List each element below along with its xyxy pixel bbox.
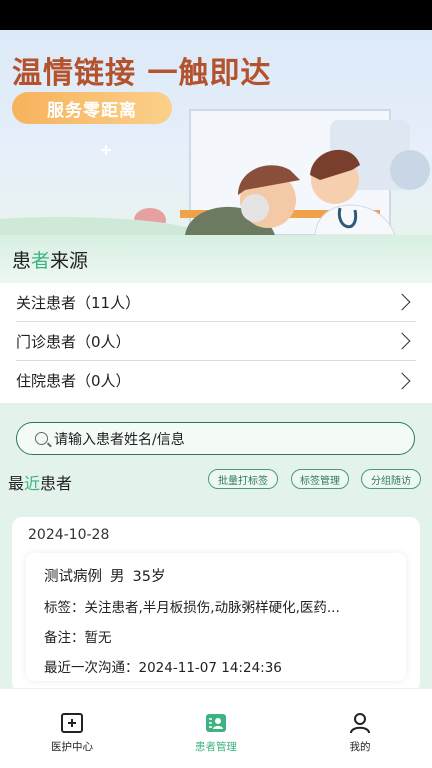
chevron-right-icon [393,332,411,350]
tab-patient-management[interactable]: 患者管理 [144,689,288,768]
patient-age: 35岁 [132,569,166,585]
patient-tags: 关注患者,半月板损伤,动脉粥样硬化,医药... [84,600,340,616]
patient-name: 测试病例 [44,569,102,585]
recent-patients-title: 最近患者 [8,474,73,493]
user-icon [350,713,370,734]
patient-note-line: 备注：暂无 [44,630,112,646]
patient-info[interactable]: 测试病例男 35岁 标签：关注患者,半月板损伤,动脉粥样硬化,医药... 备注：暂… [26,553,406,681]
tab-label: 我的 [349,741,371,753]
card-date: 2024-10-28 [28,527,110,543]
source-item-inpatient[interactable]: 住院患者（0人） [16,361,416,400]
chevron-right-icon [393,293,411,311]
tab-label: 患者管理 [195,741,237,753]
patient-tags-line: 标签：关注患者,半月板损伤,动脉粥样硬化,医药... [44,600,340,616]
patient-last-contact-line: 最近一次沟通：2024-11-07 14:24:36 [44,660,282,676]
source-item-outpatient[interactable]: 门诊患者（0人） [16,322,416,361]
medical-plus-icon [61,713,83,733]
banner-title: 温情链接 一触即达 [12,56,272,91]
banner[interactable]: 温情链接 一触即达 服务零距离 [0,30,432,235]
source-item-label: 门诊患者（0人） [16,332,131,351]
tab-mine[interactable]: 我的 [288,689,432,768]
tab-medical-center[interactable]: 医护中心 [0,689,144,768]
source-item-label: 住院患者（0人） [16,372,131,390]
section-title: 患者来源 [12,249,89,272]
bottom-tab-bar: 医护中心 患者管理 我的 [0,688,432,768]
search-placeholder: 请输入患者姓名/信息 [54,431,185,448]
patient-card-icon [206,714,226,732]
patient-gender: 男 [110,569,125,585]
patient-source-section: 患者来源 关注患者（11人） 门诊患者（0人） 住院患者（0人） [0,235,432,403]
patient-card[interactable]: 2024-10-28 测试病例男 35岁 标签：关注患者,半月板损伤,动脉粥样硬化… [12,517,420,692]
source-item-label: 关注患者（11人） [16,293,141,312]
tab-label: 医护中心 [51,741,93,753]
batch-tag-button[interactable]: 批量打标签 [208,469,278,489]
section-header: 患者来源 [0,235,432,283]
status-bar [0,0,432,30]
banner-pill: 服务零距离 [12,92,172,124]
tag-manage-button[interactable]: 标签管理 [291,469,349,489]
patient-last-contact: 2024-11-07 14:24:36 [138,660,282,676]
search-input[interactable]: 请输入患者姓名/信息 [16,422,415,455]
chevron-right-icon [393,372,411,389]
source-item-followed[interactable]: 关注患者（11人） [16,283,416,322]
patient-name-line: 测试病例男 35岁 [44,565,388,586]
patient-note: 暂无 [84,630,112,646]
group-followup-button[interactable]: 分组随访 [361,469,421,489]
search-icon [35,432,48,445]
